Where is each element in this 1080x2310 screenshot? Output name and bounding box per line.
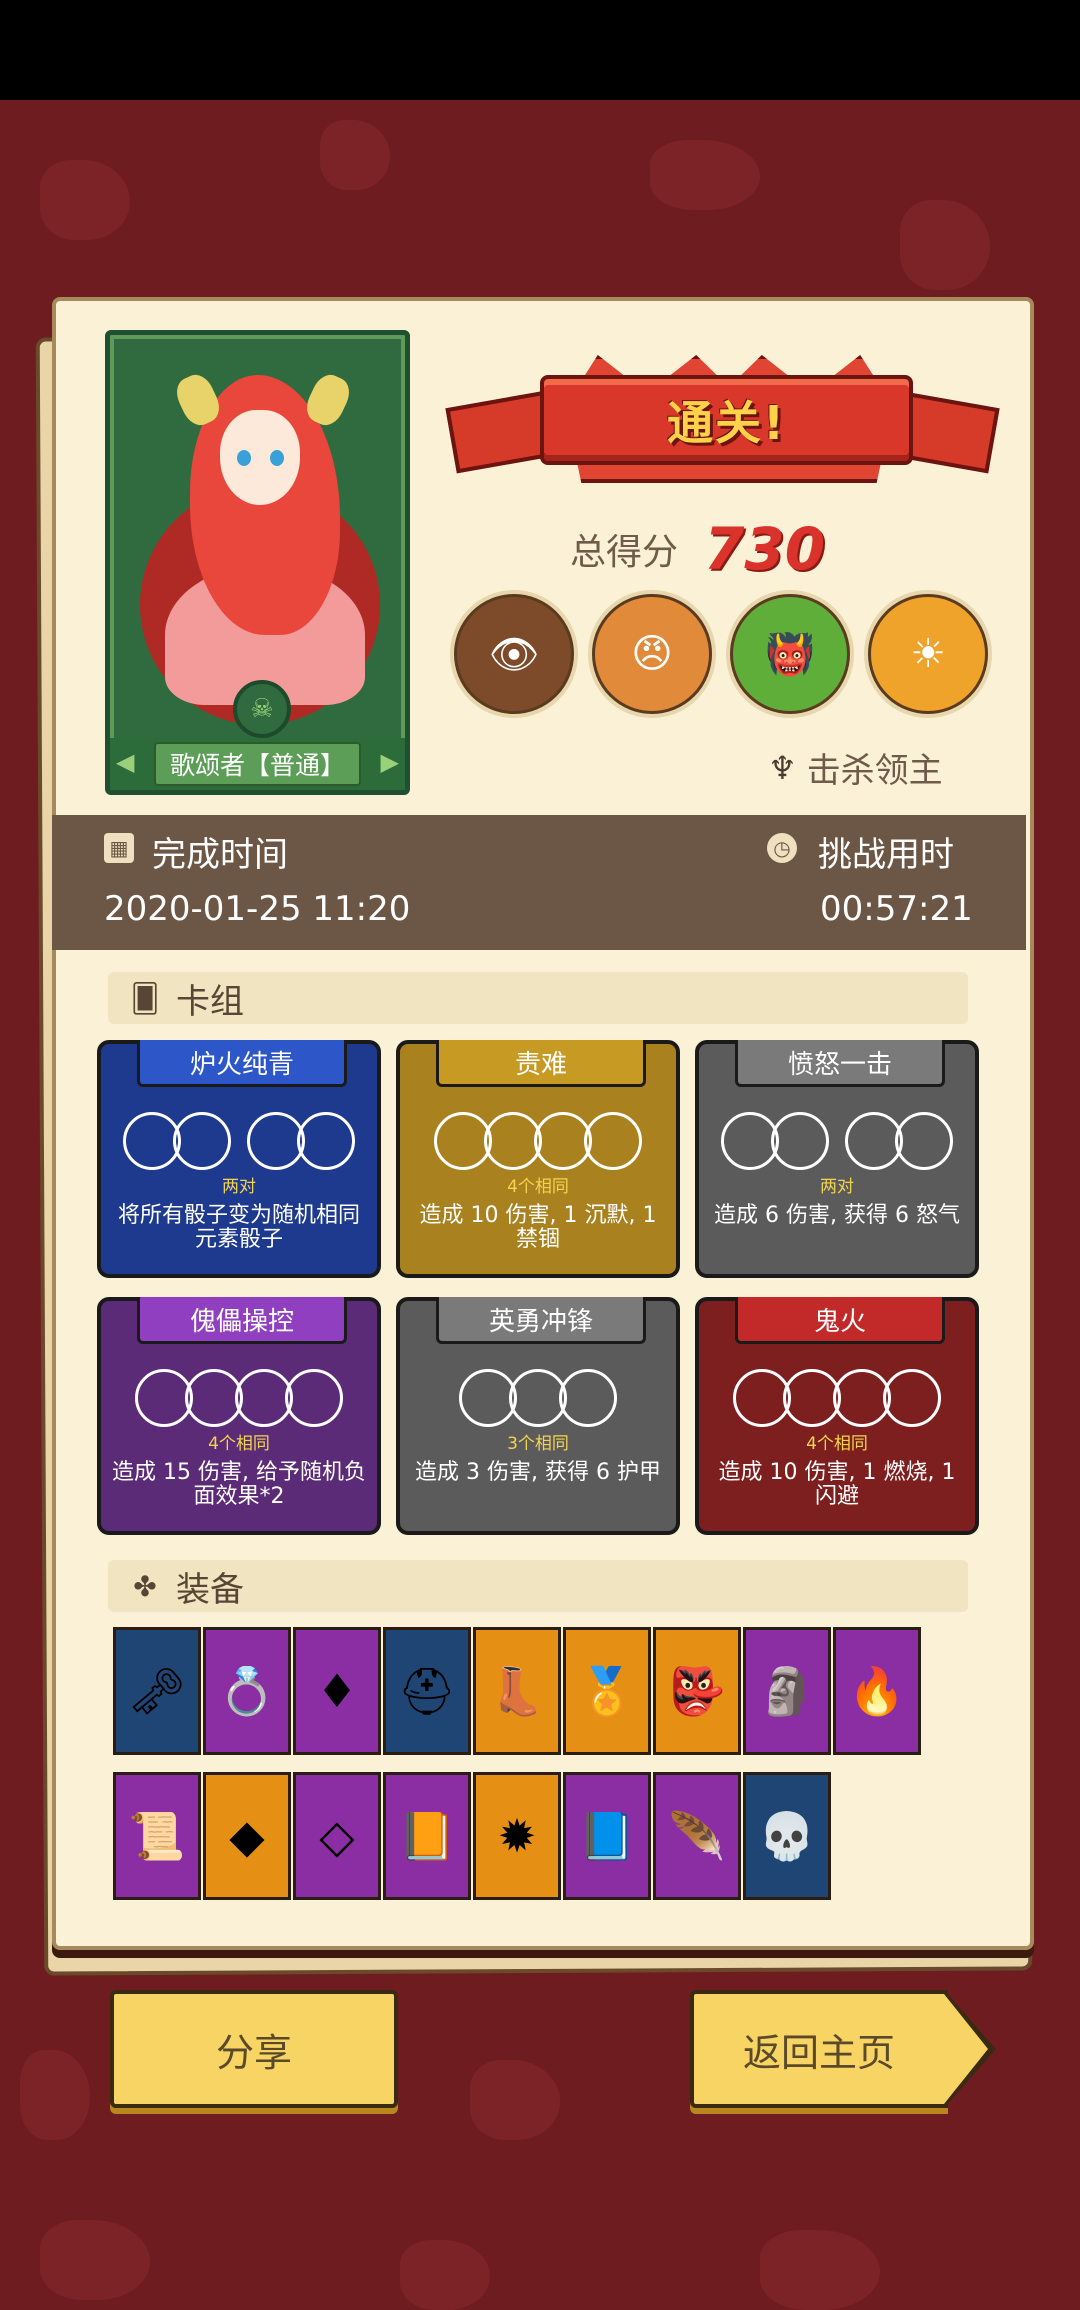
treasure-book-icon[interactable]: 📙 (383, 1772, 471, 1900)
card-desc: 造成 10 伤害, 1 沉默, 1 禁锢 (419, 1203, 657, 1252)
demon-mask-icon[interactable]: 👺 (653, 1627, 741, 1755)
boss-portrait[interactable]: 👹 (726, 590, 854, 718)
skill-card[interactable]: 英勇冲锋 3个相同 造成 3 伤害, 获得 6 护甲 (396, 1297, 680, 1535)
arrow-left-icon[interactable]: ◀ (116, 748, 134, 776)
victory-banner: 通关! (445, 335, 1000, 495)
spiked-orb-icon[interactable]: ✹ (473, 1772, 561, 1900)
challenge-time-value: 00:57:21 (820, 889, 973, 929)
pink-gem-icon[interactable]: ◇ (293, 1772, 381, 1900)
boss-portrait[interactable]: ☀ (864, 590, 992, 718)
complete-time-value: 2020-01-25 11:20 (104, 889, 411, 929)
card-combo: 4个相同 (208, 1434, 270, 1454)
card-desc: 将所有骰子变为随机相同元素骰子 (117, 1203, 360, 1252)
stopwatch-icon: ◷ (767, 833, 797, 863)
skill-card[interactable]: 愤怒一击 两对 造成 6 伤害, 获得 6 怒气 (695, 1040, 979, 1278)
card-combo: 两对 (222, 1177, 256, 1197)
skill-card[interactable]: 鬼火 4个相同 造成 10 伤害, 1 燃烧, 1 闪避 (695, 1297, 979, 1535)
card-combo: 4个相同 (806, 1434, 868, 1454)
score-label: 总得分 (570, 532, 679, 573)
banner-text: 通关! (667, 396, 786, 450)
card-combo: 3个相同 (507, 1434, 569, 1454)
card-combo: 两对 (820, 1177, 854, 1197)
card-title: 鬼火 (735, 1297, 945, 1344)
crystal-icon[interactable]: ◆ (203, 1772, 291, 1900)
card-desc: 造成 3 伤害, 获得 6 护甲 (415, 1460, 661, 1485)
equipment-header: ✤ 装备 (108, 1560, 968, 1612)
equipment-row-2: 📜 ◆ ◇ 📙 ✹ 📘 🪶 💀 (113, 1772, 833, 1900)
arrow-right-icon[interactable]: ▶ (381, 748, 399, 776)
totem-icon[interactable]: 🗿 (743, 1627, 831, 1755)
horned-skull-icon: ♆ (768, 748, 797, 787)
equipment-title: 装备 (176, 1569, 244, 1610)
calendar-icon: ▦ (104, 833, 134, 863)
card-title: 英勇冲锋 (436, 1297, 646, 1344)
share-button-label: 分享 (215, 2030, 292, 2075)
card-title: 愤怒一击 (735, 1040, 945, 1087)
fire-scroll-icon[interactable]: 📜 (113, 1772, 201, 1900)
complete-time-label: 完成时间 (152, 835, 288, 875)
boss-list: 👁 😠 👹 ☀ (450, 590, 992, 718)
score-row: 总得分 730 (570, 515, 825, 583)
cards-icon: 🂠 (130, 981, 160, 1015)
red-ring-icon[interactable]: 💍 (203, 1627, 291, 1755)
red-boot-icon[interactable]: 👢 (473, 1627, 561, 1755)
home-button-label: 返回主页 (742, 2030, 895, 2075)
card-title: 傀儡操控 (137, 1297, 347, 1344)
score-value: 730 (704, 515, 826, 583)
kill-boss-label: ♆ 击杀领主 (768, 743, 943, 792)
card-desc: 造成 6 伤害, 获得 6 怒气 (714, 1203, 960, 1228)
feather-icon[interactable]: 🪶 (653, 1772, 741, 1900)
skull-icon: ☠ (233, 680, 291, 738)
hero-name: 歌颂者【普通】 (153, 742, 361, 786)
skull-icon[interactable]: 💀 (743, 1772, 831, 1900)
status-bar (0, 0, 1080, 100)
hero-portrait[interactable]: ☠ ◀ 歌颂者【普通】 ▶ (105, 330, 410, 795)
skull-tome-icon[interactable]: 📘 (563, 1772, 651, 1900)
deck-title: 卡组 (176, 981, 244, 1022)
deck-header: 🂠 卡组 (108, 972, 968, 1024)
skill-card[interactable]: 责难 4个相同 造成 10 伤害, 1 沉默, 1 禁锢 (396, 1040, 680, 1278)
card-title: 责难 (436, 1040, 646, 1087)
card-desc: 造成 15 伤害, 给予随机负面效果*2 (112, 1460, 366, 1509)
propeller-icon: ✤ (133, 1569, 157, 1603)
boss-portrait[interactable]: 😠 (588, 590, 716, 718)
card-title: 炉火纯青 (137, 1040, 347, 1087)
time-band: ▦ 完成时间 2020-01-25 11:20 ◷ 挑战用时 00:57:21 (52, 815, 1026, 950)
skill-card[interactable]: 傀儡操控 4个相同 造成 15 伤害, 给予随机负面效果*2 (97, 1297, 381, 1535)
card-combo: 4个相同 (507, 1177, 569, 1197)
challenge-time-label: 挑战用时 (818, 835, 954, 875)
equipment-row-1: 🗝 💍 ♦ ⛑ 👢 🏅 👺 🗿 🔥 (113, 1627, 923, 1755)
key-icon[interactable]: 🗝 (113, 1627, 201, 1755)
gold-medal-icon[interactable]: 🏅 (563, 1627, 651, 1755)
home-button[interactable]: 返回主页 (690, 1990, 996, 2108)
skill-card[interactable]: 炉火纯青 两对 将所有骰子变为随机相同元素骰子 (97, 1040, 381, 1278)
card-desc: 造成 10 伤害, 1 燃烧, 1 闪避 (718, 1460, 956, 1509)
golden-helmet-icon[interactable]: ⛑ (383, 1627, 471, 1755)
ruby-gem-icon[interactable]: ♦ (293, 1627, 381, 1755)
fire-stone-icon[interactable]: 🔥 (833, 1627, 921, 1755)
kill-boss-text: 击杀领主 (806, 751, 943, 791)
hero-name-bar: ◀ 歌颂者【普通】 ▶ (110, 738, 405, 790)
share-button[interactable]: 分享 (110, 1990, 398, 2108)
boss-portrait[interactable]: 👁 (450, 590, 578, 718)
